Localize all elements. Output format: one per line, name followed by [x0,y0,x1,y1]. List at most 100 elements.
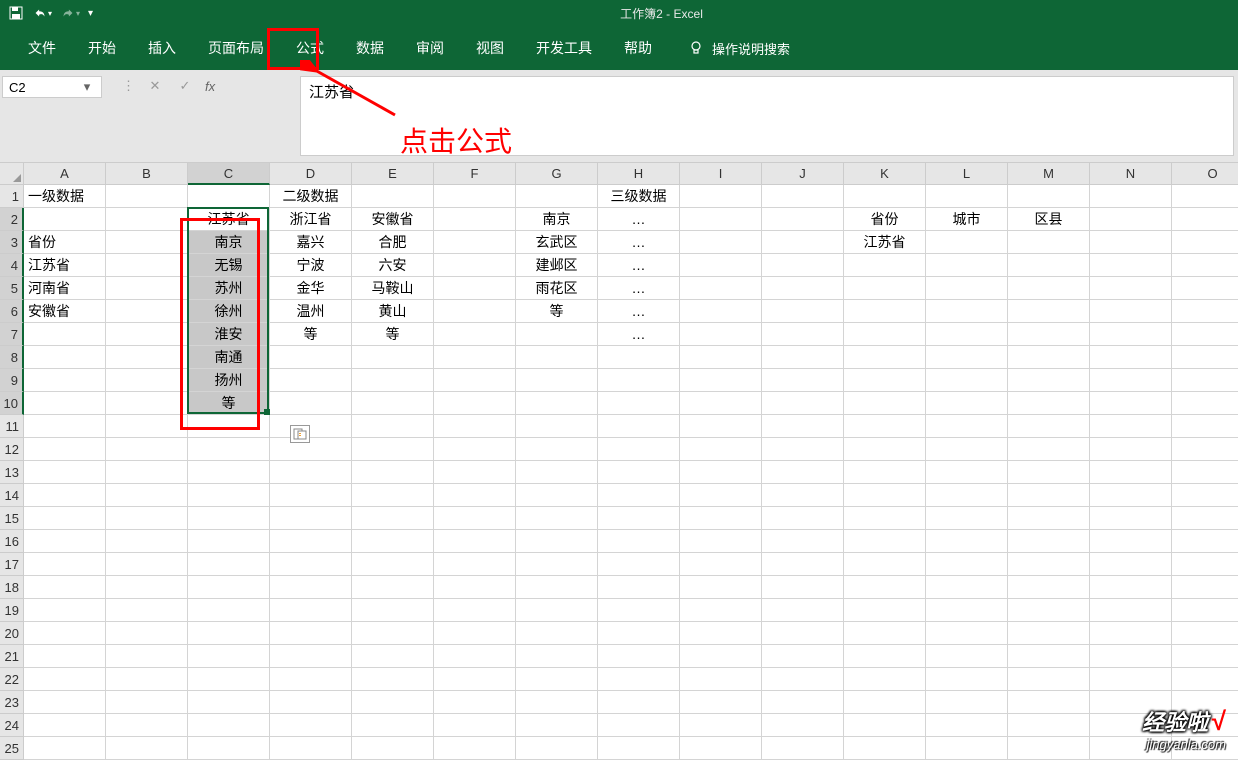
select-all-corner[interactable] [0,163,24,185]
cell-C6[interactable]: 徐州 [188,300,270,323]
cell-A12[interactable] [24,438,106,461]
cell-A2[interactable] [24,208,106,231]
cell-L17[interactable] [926,553,1008,576]
cell-L16[interactable] [926,530,1008,553]
cell-K22[interactable] [844,668,926,691]
cell-H17[interactable] [598,553,680,576]
cell-C17[interactable] [188,553,270,576]
cell-I12[interactable] [680,438,762,461]
cell-A21[interactable] [24,645,106,668]
cell-N10[interactable] [1090,392,1172,415]
cell-N13[interactable] [1090,461,1172,484]
tab-page-layout[interactable]: 页面布局 [192,28,280,68]
cell-L3[interactable] [926,231,1008,254]
cell-F20[interactable] [434,622,516,645]
cell-I9[interactable] [680,369,762,392]
cell-H9[interactable] [598,369,680,392]
cell-N9[interactable] [1090,369,1172,392]
cell-F24[interactable] [434,714,516,737]
cell-M8[interactable] [1008,346,1090,369]
col-header-I[interactable]: I [680,163,762,185]
cell-N3[interactable] [1090,231,1172,254]
cell-A23[interactable] [24,691,106,714]
cell-G9[interactable] [516,369,598,392]
cell-J20[interactable] [762,622,844,645]
cell-C11[interactable] [188,415,270,438]
cell-D18[interactable] [270,576,352,599]
cell-C10[interactable]: 等 [188,392,270,415]
cell-C12[interactable] [188,438,270,461]
cell-D5[interactable]: 金华 [270,277,352,300]
row-header-21[interactable]: 21 [0,645,24,668]
row-header-18[interactable]: 18 [0,576,24,599]
cell-B17[interactable] [106,553,188,576]
cell-J17[interactable] [762,553,844,576]
cell-F25[interactable] [434,737,516,760]
cell-J8[interactable] [762,346,844,369]
cell-M17[interactable] [1008,553,1090,576]
cell-I16[interactable] [680,530,762,553]
cell-H14[interactable] [598,484,680,507]
cell-E13[interactable] [352,461,434,484]
cell-C19[interactable] [188,599,270,622]
cell-D23[interactable] [270,691,352,714]
cell-C18[interactable] [188,576,270,599]
cell-F23[interactable] [434,691,516,714]
cell-E21[interactable] [352,645,434,668]
cell-G23[interactable] [516,691,598,714]
cell-E1[interactable] [352,185,434,208]
cell-B6[interactable] [106,300,188,323]
cell-D14[interactable] [270,484,352,507]
cell-A20[interactable] [24,622,106,645]
row-header-19[interactable]: 19 [0,599,24,622]
cell-A3[interactable]: 省份 [24,231,106,254]
cell-G13[interactable] [516,461,598,484]
cell-O14[interactable] [1172,484,1238,507]
row-header-2[interactable]: 2 [0,208,24,231]
cell-L9[interactable] [926,369,1008,392]
cell-A5[interactable]: 河南省 [24,277,106,300]
row-header-16[interactable]: 16 [0,530,24,553]
cell-F1[interactable] [434,185,516,208]
cell-O19[interactable] [1172,599,1238,622]
row-header-14[interactable]: 14 [0,484,24,507]
cell-A14[interactable] [24,484,106,507]
cell-C20[interactable] [188,622,270,645]
cell-H2[interactable]: … [598,208,680,231]
cell-L5[interactable] [926,277,1008,300]
row-header-25[interactable]: 25 [0,737,24,760]
cell-C24[interactable] [188,714,270,737]
cell-M2[interactable]: 区县 [1008,208,1090,231]
cell-M19[interactable] [1008,599,1090,622]
cell-D24[interactable] [270,714,352,737]
cell-H4[interactable]: … [598,254,680,277]
tab-formulas[interactable]: 公式 [280,28,340,68]
cell-H24[interactable] [598,714,680,737]
cell-K23[interactable] [844,691,926,714]
cell-L14[interactable] [926,484,1008,507]
cell-N21[interactable] [1090,645,1172,668]
cell-J1[interactable] [762,185,844,208]
cell-G18[interactable] [516,576,598,599]
cell-L20[interactable] [926,622,1008,645]
cell-O8[interactable] [1172,346,1238,369]
cell-I18[interactable] [680,576,762,599]
cell-E19[interactable] [352,599,434,622]
col-header-G[interactable]: G [516,163,598,185]
cell-B24[interactable] [106,714,188,737]
cell-O16[interactable] [1172,530,1238,553]
cell-L25[interactable] [926,737,1008,760]
cell-L2[interactable]: 城市 [926,208,1008,231]
cell-C4[interactable]: 无锡 [188,254,270,277]
cell-M7[interactable] [1008,323,1090,346]
col-header-M[interactable]: M [1008,163,1090,185]
cell-K9[interactable] [844,369,926,392]
cell-F5[interactable] [434,277,516,300]
col-header-H[interactable]: H [598,163,680,185]
cell-M13[interactable] [1008,461,1090,484]
cell-L11[interactable] [926,415,1008,438]
cell-F10[interactable] [434,392,516,415]
cell-M22[interactable] [1008,668,1090,691]
cell-M6[interactable] [1008,300,1090,323]
cell-A22[interactable] [24,668,106,691]
